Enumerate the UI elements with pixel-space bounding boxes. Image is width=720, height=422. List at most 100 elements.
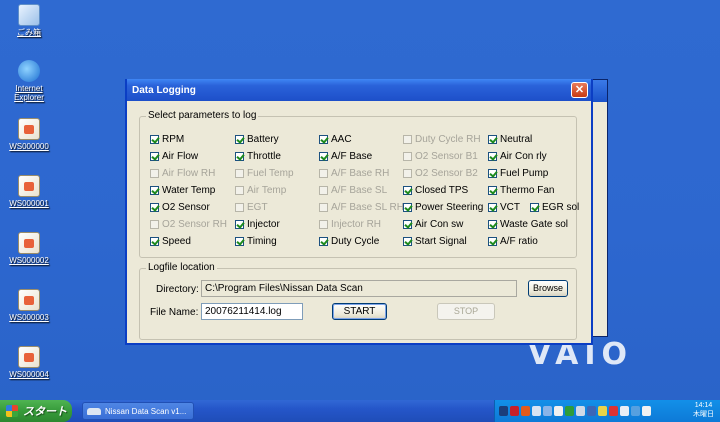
display-icon[interactable] [587,406,596,416]
param-start-signal[interactable]: Start Signal [403,236,467,247]
param-air-temp: Air Temp [235,185,286,196]
desktop-icon-internet-explorer[interactable]: Internet Explorer [4,60,54,102]
param-label: AAC [331,134,352,145]
browse-button[interactable]: Browse [528,280,568,297]
param-label: Neutral [500,134,533,145]
file-name-input[interactable]: 20076211414.log [201,303,303,320]
checkbox[interactable] [403,237,412,246]
desktop-icon-ws000003[interactable]: WS000003 [4,289,54,322]
printer-icon[interactable] [620,406,629,416]
param-air-con-rly[interactable]: Air Con rly [488,151,547,162]
param-closed-tps[interactable]: Closed TPS [403,185,468,196]
checkbox[interactable] [319,152,328,161]
param-throttle[interactable]: Throttle [235,151,281,162]
clock-time: 14:14 [694,402,713,409]
checkbox[interactable] [488,169,497,178]
power-icon[interactable] [565,406,574,416]
param-vct[interactable]: VCT [488,202,520,213]
param-power-steering[interactable]: Power Steering [403,202,483,213]
param-injector[interactable]: Injector [235,219,280,230]
desktop-icon-ws000001[interactable]: WS000001 [4,175,54,208]
start-button[interactable]: スタート [0,400,72,422]
param-label: A/F Base [331,151,373,162]
checkbox[interactable] [150,135,159,144]
image-file-icon [18,346,40,368]
checkbox[interactable] [403,220,412,229]
checkbox[interactable] [235,152,244,161]
directory-field[interactable]: C:\Program Files\Nissan Data Scan [201,280,517,297]
dialog-titlebar[interactable]: Data Logging ✕ [127,79,591,101]
checkbox[interactable] [403,186,412,195]
network-icon[interactable] [532,406,541,416]
desktop-icon-label: WS000004 [9,370,49,379]
desktop-icon-ws000002[interactable]: WS000002 [4,232,54,265]
start-button[interactable]: START [332,303,387,320]
param-speed[interactable]: Speed [150,236,191,247]
param-label: A/F Base SL RH [331,202,404,213]
param-label: Start Signal [415,236,467,247]
param-fuel-pump[interactable]: Fuel Pump [488,168,548,179]
checkbox [235,169,244,178]
checkbox[interactable] [235,237,244,246]
checkbox[interactable] [488,186,497,195]
car-icon [87,407,101,415]
update-icon[interactable] [631,406,640,416]
param-a-f-ratio[interactable]: A/F ratio [488,236,538,247]
checkbox[interactable] [150,186,159,195]
checkbox[interactable] [150,203,159,212]
taskbar-item-nissan-data-scan[interactable]: Nissan Data Scan v1... [82,402,194,420]
checkbox[interactable] [488,203,497,212]
checkbox [150,169,159,178]
recycle-bin-icon [18,4,40,26]
desktop-icon-ws000004[interactable]: WS000004 [4,346,54,379]
keyboard-icon[interactable] [499,406,508,416]
checkbox[interactable] [488,220,497,229]
messenger-icon[interactable] [598,406,607,416]
checkbox[interactable] [488,237,497,246]
param-label: Air Con sw [415,219,464,230]
checkbox[interactable] [530,203,539,212]
antivirus-icon[interactable] [521,406,530,416]
param-thermo-fan[interactable]: Thermo Fan [488,185,554,196]
param-air-con-sw[interactable]: Air Con sw [403,219,463,230]
checkbox[interactable] [150,237,159,246]
safely-remove-icon[interactable] [554,406,563,416]
internet-explorer-icon [18,60,40,82]
security-icon[interactable] [510,406,519,416]
checkbox[interactable] [488,152,497,161]
checkbox[interactable] [235,220,244,229]
desktop-icon-ws000000[interactable]: WS000000 [4,118,54,151]
close-button[interactable]: ✕ [571,82,588,98]
checkbox[interactable] [488,135,497,144]
stop-button[interactable]: STOP [437,303,495,320]
checkbox[interactable] [403,203,412,212]
param-neutral[interactable]: Neutral [488,134,532,145]
checkbox[interactable] [319,237,328,246]
param-egt: EGT [235,202,268,213]
param-rpm[interactable]: RPM [150,134,184,145]
param-label: Injector RH [331,219,382,230]
param-air-flow[interactable]: Air Flow [150,151,198,162]
checkbox[interactable] [319,135,328,144]
param-waste-gate-sol[interactable]: Waste Gate sol [488,219,568,230]
param-duty-cycle[interactable]: Duty Cycle [319,236,379,247]
param-o2-sensor[interactable]: O2 Sensor [150,202,210,213]
param-aac[interactable]: AAC [319,134,352,145]
dialog-title: Data Logging [132,84,196,96]
checkbox [319,220,328,229]
param-water-temp[interactable]: Water Temp [150,185,215,196]
checkbox[interactable] [235,135,244,144]
param-battery[interactable]: Battery [235,134,279,145]
param-timing[interactable]: Timing [235,236,277,247]
bluetooth-icon[interactable] [543,406,552,416]
alert-icon[interactable] [609,406,618,416]
param-egr-sol[interactable]: EGR sol [530,202,579,213]
checkbox[interactable] [150,152,159,161]
param-a-f-base[interactable]: A/F Base [319,151,372,162]
param-label: Air Flow [162,151,199,162]
wireless-icon[interactable] [576,406,585,416]
desktop-icon-label: WS000001 [9,199,49,208]
desktop-icon-recycle-bin[interactable]: ごみ箱 [4,4,54,37]
clock[interactable]: 14:14 木曜日 [693,401,714,419]
volume-icon[interactable] [642,406,651,416]
